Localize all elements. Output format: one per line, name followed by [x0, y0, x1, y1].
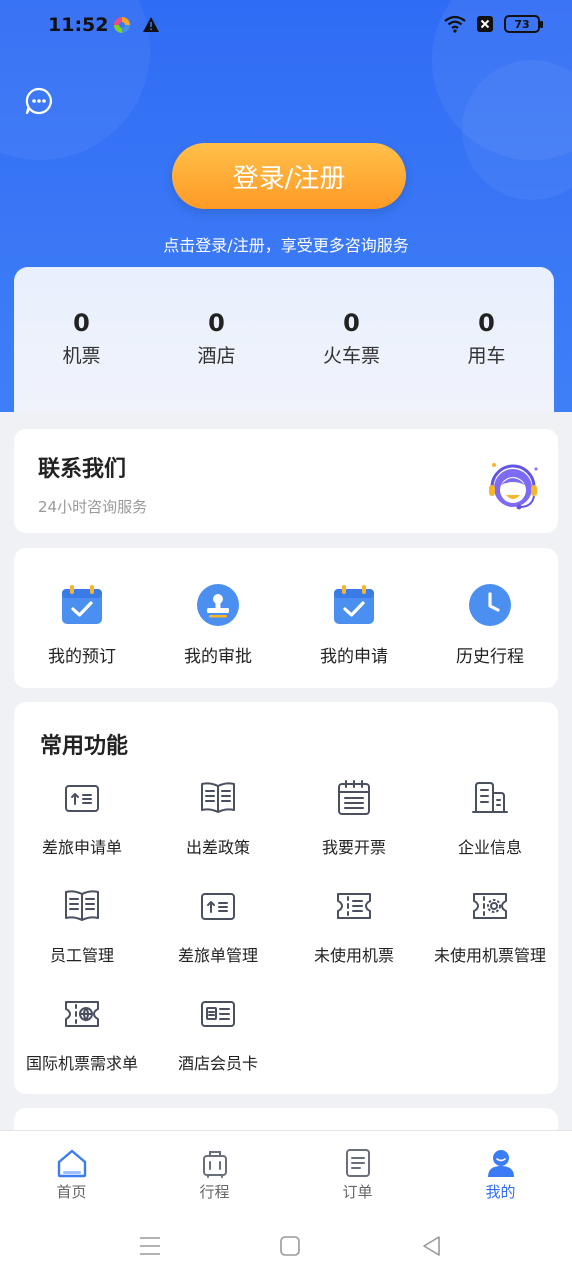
- feature-label: 差旅单管理: [177, 946, 258, 965]
- login-hint: 点击登录/注册，享受更多咨询服务: [163, 236, 409, 255]
- ticket-icon: [337, 893, 371, 919]
- application-form-icon: [201, 893, 235, 920]
- contact-title: 联系我们: [38, 457, 127, 482]
- system-navigation-bar: [0, 1212, 572, 1280]
- feature-company-info[interactable]: 企业信息: [422, 778, 558, 858]
- section-title: 常用功能: [40, 734, 129, 759]
- feature-label: 差旅申请单: [41, 838, 122, 857]
- chat-bubble-icon[interactable]: [24, 86, 54, 116]
- stat-car[interactable]: 0 用车: [419, 309, 554, 412]
- stat-value: 0: [343, 309, 360, 337]
- calendar-check-icon: [334, 585, 374, 624]
- stamp-icon: [197, 584, 239, 626]
- status-bar: 11:52 73: [0, 0, 572, 52]
- feature-label: 未使用机票管理: [433, 946, 546, 965]
- profile-icon: [487, 1150, 514, 1177]
- feature-label: 未使用机票: [313, 946, 394, 965]
- quick-my-bookings[interactable]: 我的预订: [14, 582, 150, 688]
- stat-label: 机票: [62, 345, 101, 367]
- invoice-icon: [338, 780, 370, 815]
- quick-my-approvals[interactable]: 我的审批: [150, 582, 286, 688]
- battery-level: 73: [514, 17, 530, 31]
- menu-icon[interactable]: [138, 1234, 162, 1258]
- building-icon: [472, 782, 508, 813]
- tab-home[interactable]: 首页: [0, 1131, 143, 1212]
- header-section: 11:52 73 登录/注册 点击登录/注册，享受更多咨询服务 0 机票 0 酒…: [0, 0, 572, 412]
- tab-label: 我的: [485, 1183, 516, 1201]
- quick-label: 我的预订: [48, 647, 116, 667]
- features-grid: 差旅申请单 出差政策 我要开票 企业信息 员工管理 差旅单管理 未使用机票 未使…: [14, 778, 558, 1074]
- feature-staff-management[interactable]: 员工管理: [14, 886, 150, 966]
- luggage-icon: [202, 1151, 227, 1178]
- wifi-icon: [444, 15, 466, 33]
- status-time: 11:52: [48, 14, 109, 36]
- tab-orders[interactable]: 订单: [286, 1131, 429, 1212]
- tab-trips[interactable]: 行程: [143, 1131, 286, 1212]
- quick-label: 我的审批: [184, 647, 252, 667]
- feature-label: 我要开票: [321, 838, 386, 857]
- tab-label: 订单: [342, 1183, 373, 1201]
- stat-hotel[interactable]: 0 酒店: [149, 309, 284, 412]
- battery-icon: 73: [504, 15, 543, 33]
- open-book-icon: [201, 782, 235, 813]
- quick-my-applications[interactable]: 我的申请: [286, 582, 422, 688]
- feature-label: 国际机票需求单: [25, 1054, 138, 1073]
- common-features-card: 常用功能 差旅申请单 出差政策 我要开票 企业信息 员工管理 差旅单管理 未使用…: [14, 702, 558, 1094]
- order-list-icon: [345, 1149, 370, 1177]
- bottom-tab-bar: 首页 行程 订单 我的: [0, 1130, 572, 1212]
- customer-service-icon: [489, 463, 538, 510]
- stat-value: 0: [73, 309, 90, 337]
- home-square-icon[interactable]: [278, 1234, 302, 1258]
- quick-history-trips[interactable]: 历史行程: [422, 582, 558, 688]
- feature-unused-tickets[interactable]: 未使用机票: [286, 886, 422, 966]
- feature-label: 企业信息: [457, 838, 522, 857]
- feature-travel-policy[interactable]: 出差政策: [150, 778, 286, 858]
- feature-label: 出差政策: [185, 838, 250, 857]
- quick-actions-card: 我的预订 我的审批 我的申请 历史行程: [14, 548, 558, 688]
- tab-mine[interactable]: 我的: [429, 1131, 572, 1212]
- stat-label: 酒店: [197, 345, 236, 367]
- feature-unused-tickets-management[interactable]: 未使用机票管理: [422, 886, 558, 966]
- stat-value: 0: [208, 309, 225, 337]
- login-register-button[interactable]: 登录/注册: [172, 143, 406, 209]
- application-form-icon: [65, 785, 99, 812]
- contact-card[interactable]: 联系我们 24小时咨询服务: [14, 429, 558, 533]
- feature-intl-ticket-request[interactable]: 国际机票需求单: [14, 994, 150, 1074]
- quick-label: 历史行程: [456, 647, 524, 667]
- stats-card: 0 机票 0 酒店 0 火车票 0 用车: [14, 267, 554, 412]
- back-triangle-icon[interactable]: [420, 1234, 444, 1258]
- stat-train[interactable]: 0 火车票: [284, 309, 419, 412]
- warning-icon: [143, 17, 159, 32]
- member-card-icon: [201, 1001, 235, 1027]
- clock-icon: [469, 584, 511, 626]
- quick-label: 我的申请: [320, 647, 388, 667]
- stat-value: 0: [478, 309, 495, 337]
- contact-subtitle: 24小时咨询服务: [38, 498, 148, 516]
- ticket-settings-icon: [473, 893, 507, 919]
- stat-label: 用车: [467, 345, 506, 367]
- feature-label: 酒店会员卡: [177, 1054, 258, 1073]
- open-book-icon: [65, 890, 99, 921]
- feature-travel-application[interactable]: 差旅申请单: [14, 778, 150, 858]
- stat-flight[interactable]: 0 机票: [14, 309, 149, 412]
- stat-label: 火车票: [322, 345, 380, 367]
- tab-label: 首页: [56, 1183, 87, 1201]
- calendar-check-icon: [62, 585, 102, 624]
- feature-hotel-member-card[interactable]: 酒店会员卡: [150, 994, 286, 1074]
- feature-label: 员工管理: [49, 946, 114, 965]
- colorful-app-icon: [114, 17, 130, 33]
- tab-label: 行程: [199, 1183, 230, 1201]
- ticket-globe-icon: [65, 1001, 99, 1027]
- no-sim-icon: [477, 16, 493, 32]
- feature-invoice[interactable]: 我要开票: [286, 778, 422, 858]
- feature-travel-order-management[interactable]: 差旅单管理: [150, 886, 286, 966]
- home-icon: [57, 1149, 86, 1178]
